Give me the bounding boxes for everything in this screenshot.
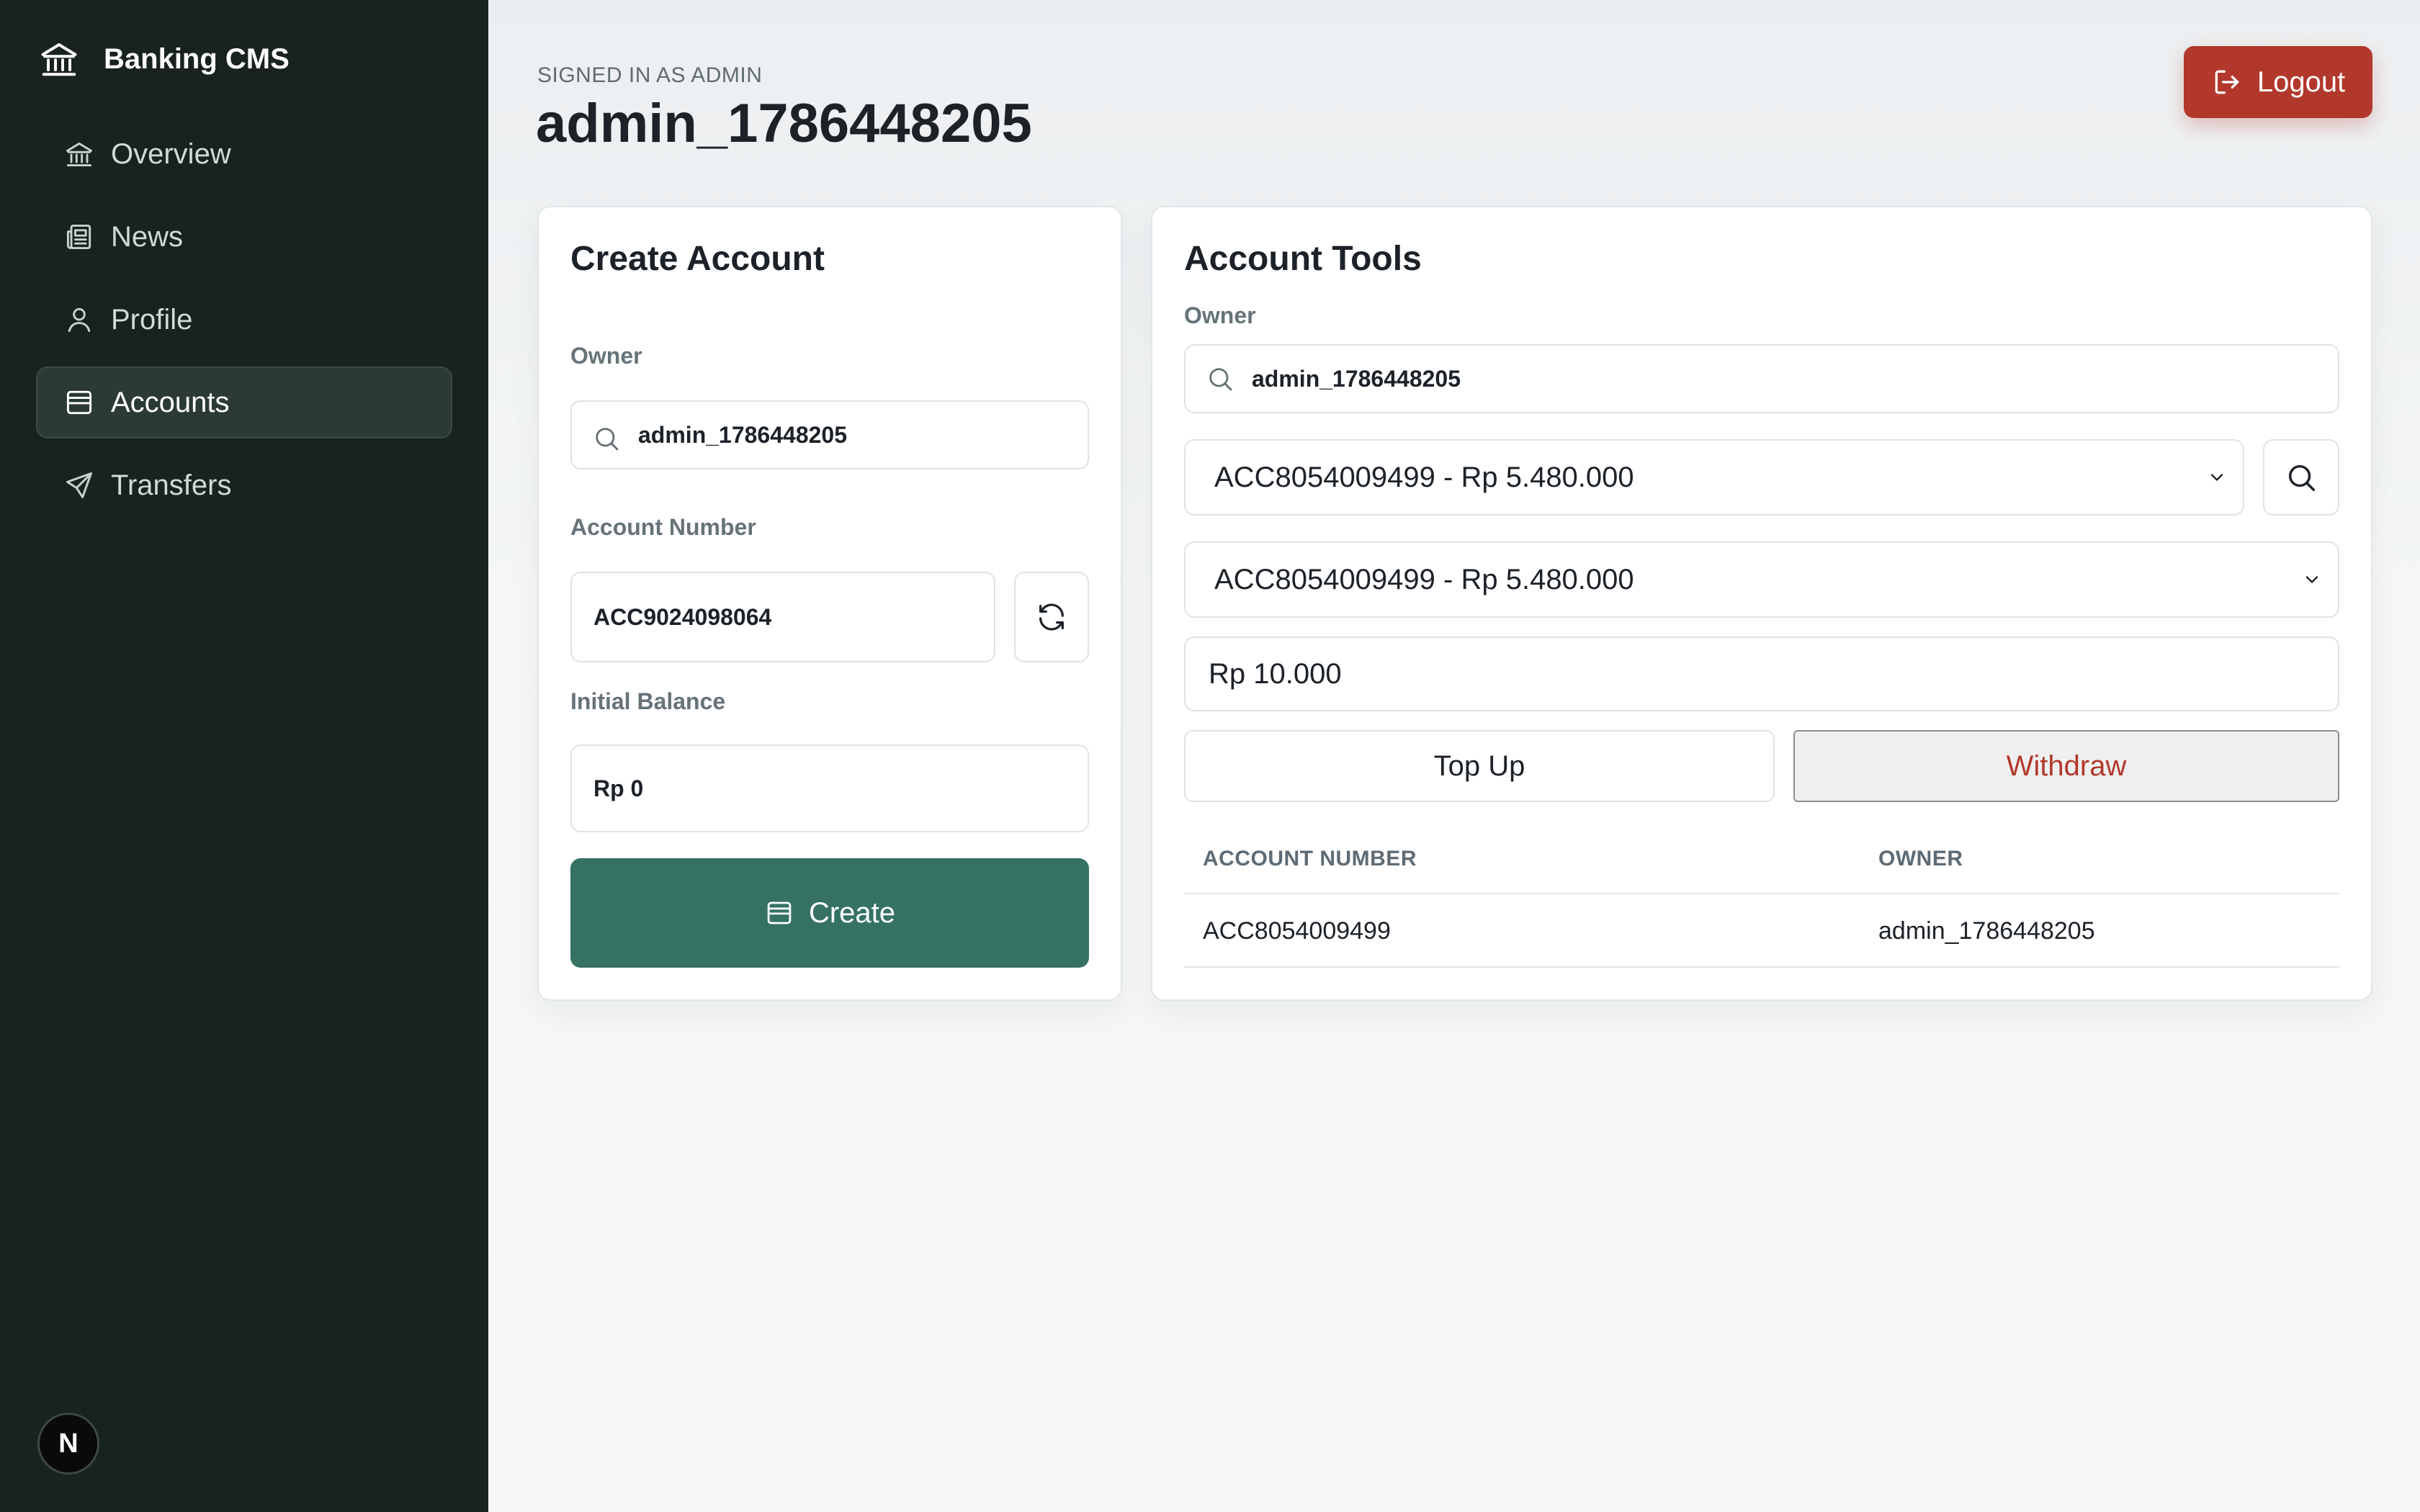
search-icon [1209, 368, 1232, 391]
sidebar-item-label: News [111, 220, 184, 253]
top-up-button[interactable]: Top Up [1184, 730, 1775, 802]
owner-input[interactable]: admin_1786448205 [570, 400, 1089, 469]
framework-badge[interactable]: N [37, 1413, 99, 1475]
account-select-primary[interactable]: ACC8054009499 - Rp 5.480.000 [1184, 439, 2244, 516]
sidebar-item-overview[interactable]: Overview [36, 118, 452, 190]
tools-owner-input[interactable]: admin_1786448205 [1184, 344, 2339, 413]
account-tools-card: Account Tools Owner admin_1786448205 ACC… [1151, 206, 2372, 1001]
signed-in-label: SIGNED IN AS ADMIN [537, 63, 763, 87]
search-account-button[interactable] [2263, 439, 2339, 516]
account-tools-title: Account Tools [1184, 240, 1422, 278]
chevron-down-icon [2210, 474, 2223, 481]
user-icon [68, 307, 91, 333]
brand-name: Banking CMS [104, 42, 290, 75]
chevron-down-icon [2305, 576, 2318, 583]
page-title: admin_1786448205 [536, 93, 1032, 154]
sidebar-item-label: Accounts [111, 386, 230, 418]
withdraw-label: Withdraw [2006, 750, 2127, 782]
tools-owner-label: Owner [1184, 302, 1256, 328]
create-button-label: Create [808, 896, 896, 929]
bank-logo-icon [41, 43, 77, 76]
account-select-primary-value: ACC8054009499 - Rp 5.480.000 [1214, 461, 1634, 493]
sidebar-item-transfers[interactable]: Transfers [36, 449, 452, 521]
wallet-icon [767, 901, 792, 924]
search-icon [596, 428, 619, 451]
create-account-card: Create Account Owner admin_1786448205 Ac… [537, 206, 1122, 1001]
column-header-owner: OWNER [1878, 847, 1963, 870]
sidebar-item-label: Overview [111, 138, 231, 170]
amount-value: Rp 10.000 [1209, 657, 1342, 690]
create-account-title: Create Account [570, 240, 825, 278]
send-icon [66, 472, 92, 498]
cell-account-number: ACC8054009499 [1203, 917, 1391, 945]
logout-label: Logout [2257, 66, 2346, 98]
owner-label: Owner [570, 343, 642, 369]
amount-input[interactable]: Rp 10.000 [1184, 636, 2339, 711]
initial-balance-value: Rp 0 [593, 775, 644, 801]
refresh-icon [1039, 603, 1064, 631]
account-number-value: ACC9024098064 [593, 603, 772, 630]
account-number-input[interactable]: ACC9024098064 [570, 572, 995, 662]
sidebar-nav: Overview News Profile Accounts Transfers [36, 118, 452, 532]
wallet-icon [66, 390, 92, 415]
initial-balance-label: Initial Balance [570, 688, 726, 714]
tools-owner-value: admin_1786448205 [1252, 365, 1461, 392]
table-header-divider [1184, 893, 2339, 894]
table-row-divider [1184, 966, 2339, 968]
logout-button[interactable]: Logout [2184, 46, 2372, 118]
logout-icon [2215, 70, 2239, 94]
sidebar-item-label: Profile [111, 303, 193, 336]
sidebar-item-news[interactable]: News [36, 201, 452, 273]
sidebar: Banking CMS Overview News Profile Accoun… [0, 0, 488, 1512]
owner-input-value: admin_1786448205 [638, 421, 847, 448]
withdraw-button[interactable]: Withdraw [1793, 730, 2339, 802]
app-root: Banking CMS Overview News Profile Accoun… [0, 0, 2420, 1512]
create-button[interactable]: Create [570, 858, 1089, 968]
main-content: SIGNED IN AS ADMIN admin_1786448205 Logo… [488, 0, 2420, 1512]
regenerate-account-button[interactable] [1014, 572, 1089, 662]
search-icon [2288, 464, 2315, 491]
sidebar-item-label: Transfers [111, 469, 232, 501]
initial-balance-input[interactable]: Rp 0 [570, 744, 1089, 832]
sidebar-item-accounts[interactable]: Accounts [36, 366, 452, 438]
account-number-label: Account Number [570, 514, 756, 540]
brand[interactable]: Banking CMS [37, 37, 290, 81]
cell-owner: admin_1786448205 [1878, 917, 2095, 945]
account-select-secondary[interactable]: ACC8054009499 - Rp 5.480.000 [1184, 541, 2339, 618]
column-header-account-number: ACCOUNT NUMBER [1203, 847, 1417, 870]
sidebar-item-profile[interactable]: Profile [36, 284, 452, 356]
bank-icon [66, 142, 92, 167]
top-up-label: Top Up [1433, 750, 1525, 782]
newspaper-icon [66, 224, 91, 250]
account-select-secondary-value: ACC8054009499 - Rp 5.480.000 [1214, 563, 1634, 595]
